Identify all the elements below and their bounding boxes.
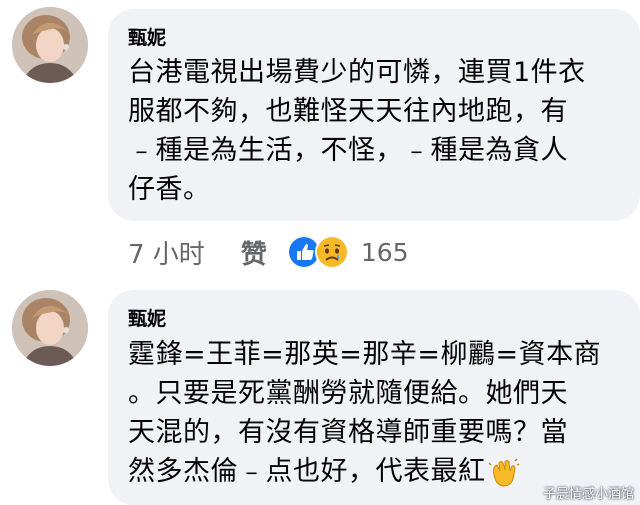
avatar[interactable] <box>12 7 88 83</box>
comment-timestamp[interactable]: 7 小时 <box>128 234 205 271</box>
comment-line: 霆鋒=王菲=那英=那辛=柳鸝=資本商 <box>128 339 602 370</box>
comment-thread: 甄妮 台港電視出場費少的可憐，連買1件衣 服都不夠，也難怪天天往內地跑，有 ﹣種… <box>0 0 640 505</box>
comment-text: 台港電視出場費少的可憐，連買1件衣 服都不夠，也難怪天天往內地跑，有 ﹣種是為生… <box>128 53 586 209</box>
comment-meta: 7 小时 赞 165 <box>128 230 409 274</box>
comment-line: 。只要是死黨酬勞就隨便給。她們天 <box>128 378 568 409</box>
comment-line: 台港電視出場費少的可憐，連買1件衣 <box>128 57 586 88</box>
comment-author[interactable]: 甄妮 <box>128 26 166 50</box>
comment-text: 霆鋒=王菲=那英=那辛=柳鸝=資本商 。只要是死黨酬勞就隨便給。她們天 天混的，… <box>128 335 601 491</box>
comment-line: 服都不夠，也難怪天天往內地跑，有 <box>128 96 568 127</box>
like-button[interactable]: 赞 <box>241 234 267 271</box>
comment-line: 仔香。 <box>128 174 211 205</box>
avatar[interactable] <box>12 290 88 366</box>
comment-last-line: 然多杰倫﹣点也好，代表最紅 <box>128 452 601 491</box>
avatar-photo-icon <box>12 7 88 83</box>
comment-line: ﹣種是為生活，不怪，﹣種是為貪人 <box>128 135 568 166</box>
watermark: 子晨情感小酒馆 <box>542 487 634 502</box>
clapping-hands-icon <box>487 457 519 487</box>
reaction-summary[interactable] <box>286 235 349 269</box>
comment-line: 天混的，有沒有資格導師重要嗎？當 <box>128 417 568 448</box>
avatar-photo-icon <box>12 290 88 366</box>
comment-author[interactable]: 甄妮 <box>128 307 166 331</box>
sad-reaction-icon <box>314 235 349 269</box>
reaction-count: 165 <box>360 237 409 267</box>
comment-line: 然多杰倫﹣点也好，代表最紅 <box>128 456 486 487</box>
